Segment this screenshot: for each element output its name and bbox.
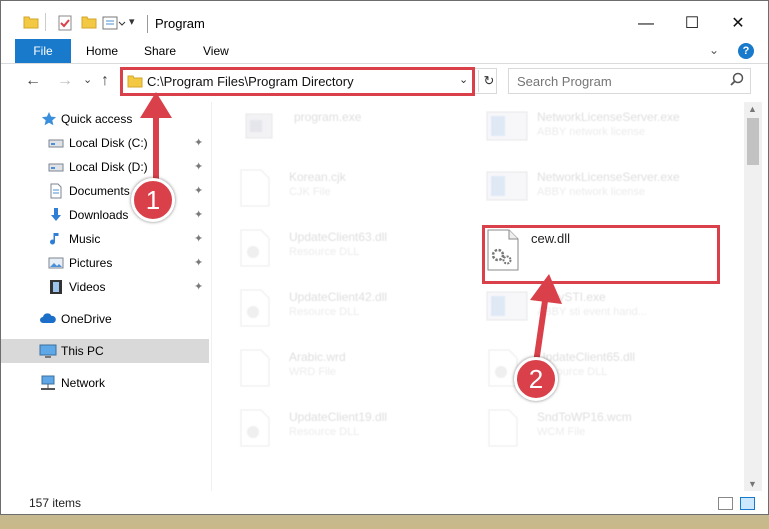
annotation-arrows xyxy=(140,92,562,371)
arrow-1-head xyxy=(140,92,172,118)
step-1-badge: 1 xyxy=(131,178,175,222)
step-2-badge: 2 xyxy=(514,357,558,401)
arrow-2-head xyxy=(530,274,562,304)
